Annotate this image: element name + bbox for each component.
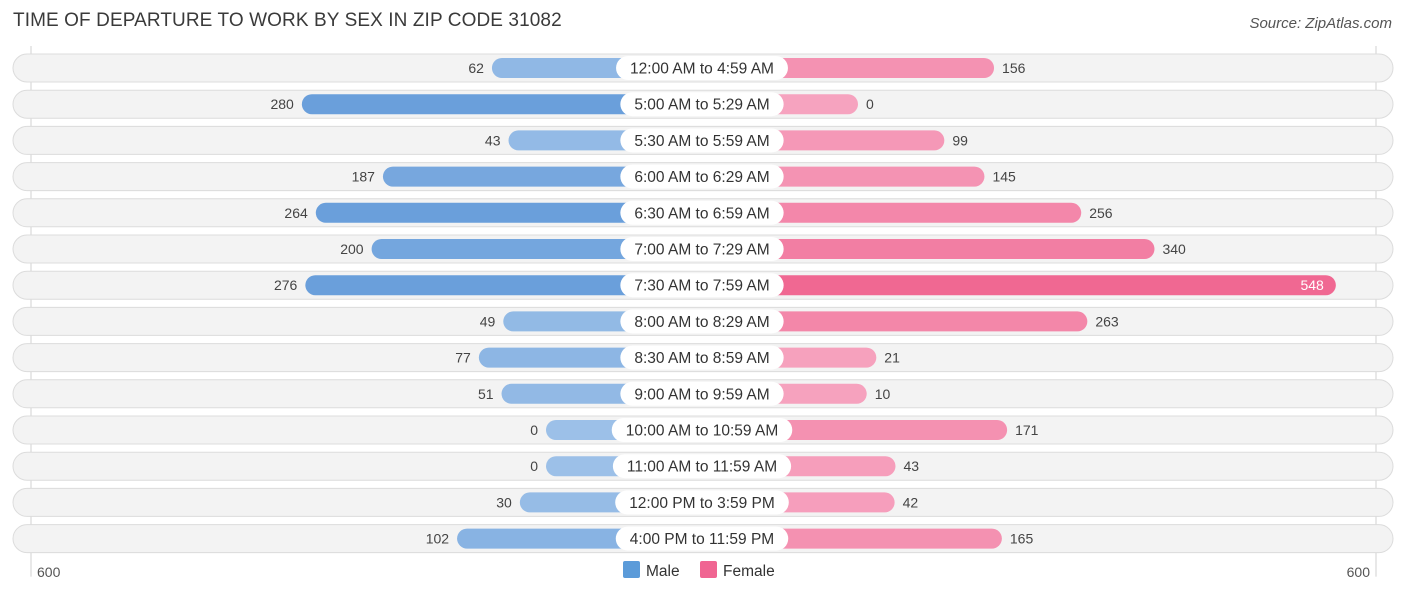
value-label-male: 102	[426, 531, 450, 547]
value-label-female: 10	[875, 386, 891, 402]
value-label-female: 171	[1015, 422, 1039, 438]
chart-canvas: 62 156 12:00 AM to 4:59 AM 280 0 5:00 AM to 5…	[12, 46, 1394, 580]
value-label-female: 21	[884, 350, 900, 366]
value-label-male: 30	[496, 494, 512, 510]
value-label-female: 165	[1010, 531, 1034, 547]
chart-row: 43 99 5:30 AM to 5:59 AM	[12, 125, 1394, 155]
chart-row: 276 548 7:30 AM to 7:59 AM	[12, 270, 1394, 300]
chart-row: 200 340 7:00 AM to 7:29 AM	[12, 234, 1394, 264]
value-label-male: 49	[480, 313, 496, 329]
value-label-female: 256	[1089, 205, 1113, 221]
value-label-male: 0	[530, 458, 538, 474]
value-label-male: 200	[340, 241, 364, 257]
value-label-female: 99	[952, 132, 968, 148]
value-label-female: 42	[903, 494, 919, 510]
chart-row: 187 145 6:00 AM to 6:29 AM	[12, 162, 1394, 192]
chart-row: 77 21 8:30 AM to 8:59 AM	[12, 343, 1394, 373]
category-label: 7:00 AM to 7:29 AM	[634, 242, 769, 259]
value-label-male: 43	[485, 132, 501, 148]
value-label-male: 77	[455, 350, 471, 366]
category-label: 4:00 PM to 11:59 PM	[630, 531, 774, 548]
chart-row: 49 263 8:00 AM to 8:29 AM	[12, 306, 1394, 336]
category-label: 10:00 AM to 10:59 AM	[626, 423, 779, 440]
chart-row: 30 42 12:00 PM to 3:59 PM	[12, 487, 1394, 517]
category-label: 8:30 AM to 8:59 AM	[634, 350, 769, 367]
value-label-female: 340	[1162, 241, 1186, 257]
legend: Male Female	[623, 561, 775, 580]
chart-rows: 62 156 12:00 AM to 4:59 AM 280 0 5:00 AM to 5…	[12, 53, 1394, 554]
value-label-male: 51	[478, 386, 494, 402]
category-label: 12:00 AM to 4:59 AM	[630, 61, 774, 78]
value-label-female: 156	[1002, 60, 1026, 76]
chart-row: 51 10 9:00 AM to 9:59 AM	[12, 379, 1394, 409]
value-label-male: 62	[468, 60, 484, 76]
axis-tick-left: 600	[37, 564, 61, 580]
legend-swatch-female	[700, 561, 717, 578]
value-label-female: 0	[866, 96, 874, 112]
legend-label-female: Female	[723, 563, 775, 580]
value-label-female: 145	[992, 169, 1016, 185]
category-label: 5:00 AM to 5:29 AM	[634, 97, 769, 114]
category-label: 9:00 AM to 9:59 AM	[634, 386, 769, 403]
value-label-female: 548	[1300, 277, 1324, 293]
category-label: 12:00 PM to 3:59 PM	[629, 495, 775, 512]
value-label-female: 263	[1095, 313, 1119, 329]
axis-tick-right: 600	[1347, 564, 1371, 580]
value-label-male: 187	[352, 169, 376, 185]
value-label-female: 43	[903, 458, 919, 474]
category-label: 6:00 AM to 6:29 AM	[634, 169, 769, 186]
category-label: 5:30 AM to 5:59 AM	[634, 133, 769, 150]
category-label: 7:30 AM to 7:59 AM	[634, 278, 769, 295]
chart-row: 264 256 6:30 AM to 6:59 AM	[12, 198, 1394, 228]
category-label: 6:30 AM to 6:59 AM	[634, 205, 769, 222]
legend-swatch-male	[623, 561, 640, 578]
value-label-male: 0	[530, 422, 538, 438]
bar-female	[702, 275, 1336, 296]
value-label-male: 264	[284, 205, 308, 221]
value-label-male: 276	[274, 277, 298, 293]
legend-label-male: Male	[646, 563, 680, 580]
chart-row: 0 43 11:00 AM to 11:59 AM	[12, 451, 1394, 481]
chart-row: 280 0 5:00 AM to 5:29 AM	[12, 89, 1394, 119]
category-label: 8:00 AM to 8:29 AM	[634, 314, 769, 331]
value-label-male: 280	[270, 96, 294, 112]
chart-row: 0 171 10:00 AM to 10:59 AM	[12, 415, 1394, 445]
chart-row: 62 156 12:00 AM to 4:59 AM	[12, 53, 1394, 83]
chart-row: 102 165 4:00 PM to 11:59 PM	[12, 524, 1394, 554]
category-label: 11:00 AM to 11:59 AM	[627, 459, 777, 476]
